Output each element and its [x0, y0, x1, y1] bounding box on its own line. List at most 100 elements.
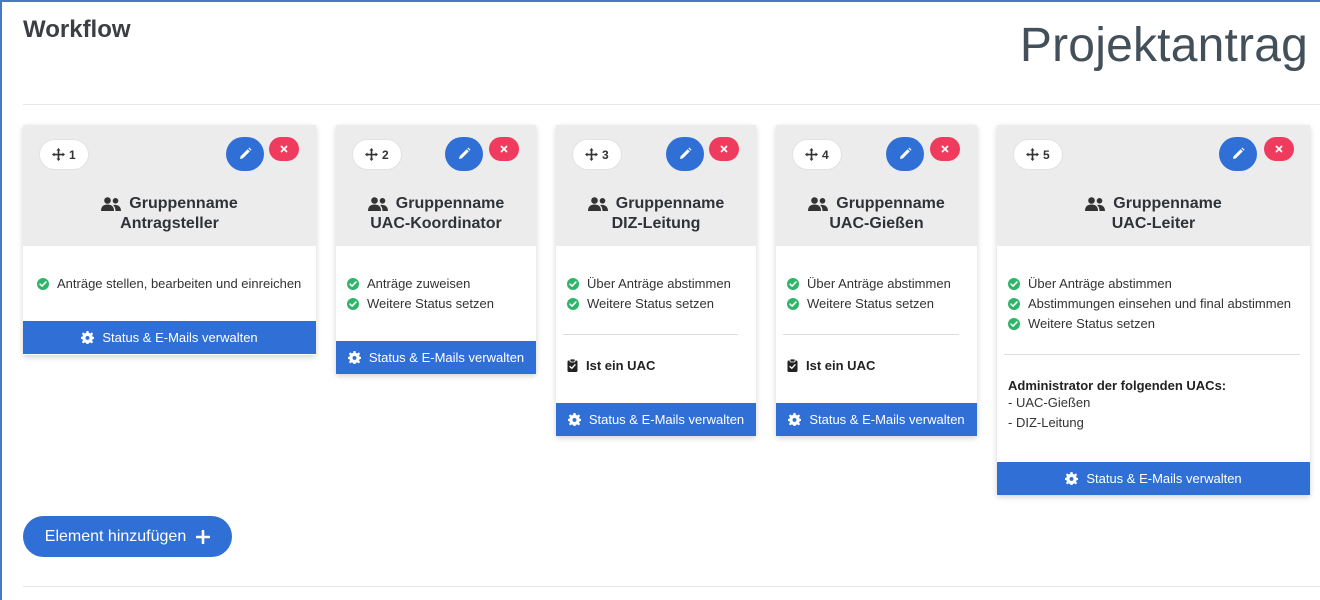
order-number: 3: [602, 147, 609, 162]
permission-item: Abstimmungen einsehen und final abstimme…: [1008, 294, 1300, 314]
order-number: 4: [822, 147, 829, 162]
workflow-name: Projektantrag: [1019, 19, 1308, 72]
group-name: Gruppenname UAC-Koordinator: [336, 194, 536, 234]
users-icon: [588, 197, 608, 211]
cog-icon: [81, 331, 94, 344]
pencil-icon: [457, 147, 471, 161]
move-icon: [585, 148, 598, 161]
card-header: 3 Gruppenname DIZ-Leitung: [556, 125, 756, 246]
pencil-icon: [678, 147, 692, 161]
order-handle[interactable]: 1: [39, 139, 89, 170]
footer-divider: [23, 586, 1320, 587]
close-icon: [279, 144, 289, 154]
permission-item: Anträge zuweisen: [347, 274, 526, 294]
edit-button[interactable]: [226, 137, 264, 171]
workflow-card-5[interactable]: 5 Gruppenname UAC-Leiter Über Anträge ab…: [997, 125, 1310, 495]
admin-uac-item: - UAC-Gießen: [1008, 395, 1091, 410]
permission-item: Anträge stellen, bearbeiten und einreich…: [37, 274, 306, 294]
check-circle-icon: [1008, 318, 1020, 330]
users-icon: [1085, 197, 1105, 211]
users-icon: [368, 197, 388, 211]
edit-button[interactable]: [445, 137, 483, 171]
card-body: Anträge stellen, bearbeiten und einreich…: [23, 246, 316, 294]
order-handle[interactable]: 3: [572, 139, 622, 170]
users-icon: [808, 197, 828, 211]
cog-icon: [1065, 472, 1078, 485]
cog-icon: [568, 413, 581, 426]
card-header: 5 Gruppenname UAC-Leiter: [997, 125, 1310, 246]
order-handle[interactable]: 4: [792, 139, 842, 170]
cog-icon: [788, 413, 801, 426]
status-emails-button[interactable]: Status & E-Mails verwalten: [336, 341, 536, 374]
section-divider: [783, 334, 959, 335]
order-handle[interactable]: 2: [352, 139, 402, 170]
card-body: Über Anträge abstimmen Weitere Status se…: [556, 246, 756, 373]
delete-button[interactable]: [709, 137, 739, 161]
order-handle[interactable]: 5: [1013, 139, 1063, 170]
workflow-card-4[interactable]: 4 Gruppenname UAC-Gießen Über Anträge ab…: [776, 125, 977, 436]
move-icon: [1026, 148, 1039, 161]
move-icon: [52, 148, 65, 161]
cog-icon: [348, 351, 361, 364]
permission-item: Weitere Status setzen: [1008, 314, 1300, 334]
check-circle-icon: [567, 278, 579, 290]
workflow-card-3[interactable]: 3 Gruppenname DIZ-Leitung Über Anträge a…: [556, 125, 756, 436]
delete-button[interactable]: [489, 137, 519, 161]
header-divider: [23, 104, 1320, 105]
permission-item: Über Anträge abstimmen: [1008, 274, 1300, 294]
pencil-icon: [1231, 147, 1245, 161]
check-circle-icon: [1008, 278, 1020, 290]
status-emails-button[interactable]: Status & E-Mails verwalten: [556, 403, 756, 436]
order-number: 1: [69, 147, 76, 162]
uac-flag: Ist ein UAC: [787, 358, 959, 373]
card-header: 4 Gruppenname UAC-Gießen: [776, 125, 977, 246]
card-header: 1 Gruppenname Antragsteller: [23, 125, 316, 246]
close-icon: [940, 144, 950, 154]
workflow-card-1[interactable]: 1 Gruppenname Antragsteller Anträge stel…: [23, 125, 316, 355]
move-icon: [805, 148, 818, 161]
card-body: Anträge zuweisen Weitere Status setzen: [336, 246, 536, 314]
clipboard-check-icon: [787, 359, 798, 372]
edit-button[interactable]: [666, 137, 704, 171]
group-name: Gruppenname Antragsteller: [23, 194, 316, 234]
move-icon: [365, 148, 378, 161]
group-name: Gruppenname DIZ-Leitung: [556, 194, 756, 234]
check-circle-icon: [567, 298, 579, 310]
workflow-card-2[interactable]: 2 Gruppenname UAC-Koordinator Anträge zu…: [336, 125, 536, 374]
delete-button[interactable]: [269, 137, 299, 161]
users-icon: [101, 197, 121, 211]
pencil-icon: [898, 147, 912, 161]
edit-button[interactable]: [1219, 137, 1257, 171]
section-divider: [563, 334, 738, 335]
pencil-icon: [238, 147, 252, 161]
permission-item: Weitere Status setzen: [347, 294, 526, 314]
permission-item: Weitere Status setzen: [787, 294, 959, 314]
uac-flag: Ist ein UAC: [567, 358, 738, 373]
close-icon: [719, 144, 729, 154]
permission-item: Weitere Status setzen: [567, 294, 738, 314]
close-icon: [499, 144, 509, 154]
page-title: Workflow: [23, 16, 131, 43]
check-circle-icon: [787, 278, 799, 290]
order-number: 5: [1043, 147, 1050, 162]
status-emails-button[interactable]: Status & E-Mails verwalten: [776, 403, 977, 436]
edit-button[interactable]: [886, 137, 924, 171]
card-body: Über Anträge abstimmen Abstimmungen eins…: [997, 246, 1310, 433]
status-emails-button[interactable]: Status & E-Mails verwalten: [997, 462, 1310, 495]
delete-button[interactable]: [930, 137, 960, 161]
add-element-button[interactable]: Element hinzufügen: [23, 516, 232, 557]
section-divider: [1004, 354, 1300, 355]
permission-item: Über Anträge abstimmen: [567, 274, 738, 294]
clipboard-check-icon: [567, 359, 578, 372]
delete-button[interactable]: [1264, 137, 1294, 161]
admin-title: Administrator der folgenden UACs:: [1008, 378, 1227, 393]
close-icon: [1274, 144, 1284, 154]
card-header: 2 Gruppenname UAC-Koordinator: [336, 125, 536, 246]
check-circle-icon: [787, 298, 799, 310]
status-emails-button[interactable]: Status & E-Mails verwalten: [23, 321, 316, 354]
check-circle-icon: [37, 278, 49, 290]
group-name: Gruppenname UAC-Gießen: [776, 194, 977, 234]
card-body: Über Anträge abstimmen Weitere Status se…: [776, 246, 977, 373]
check-circle-icon: [347, 298, 359, 310]
check-circle-icon: [1008, 298, 1020, 310]
